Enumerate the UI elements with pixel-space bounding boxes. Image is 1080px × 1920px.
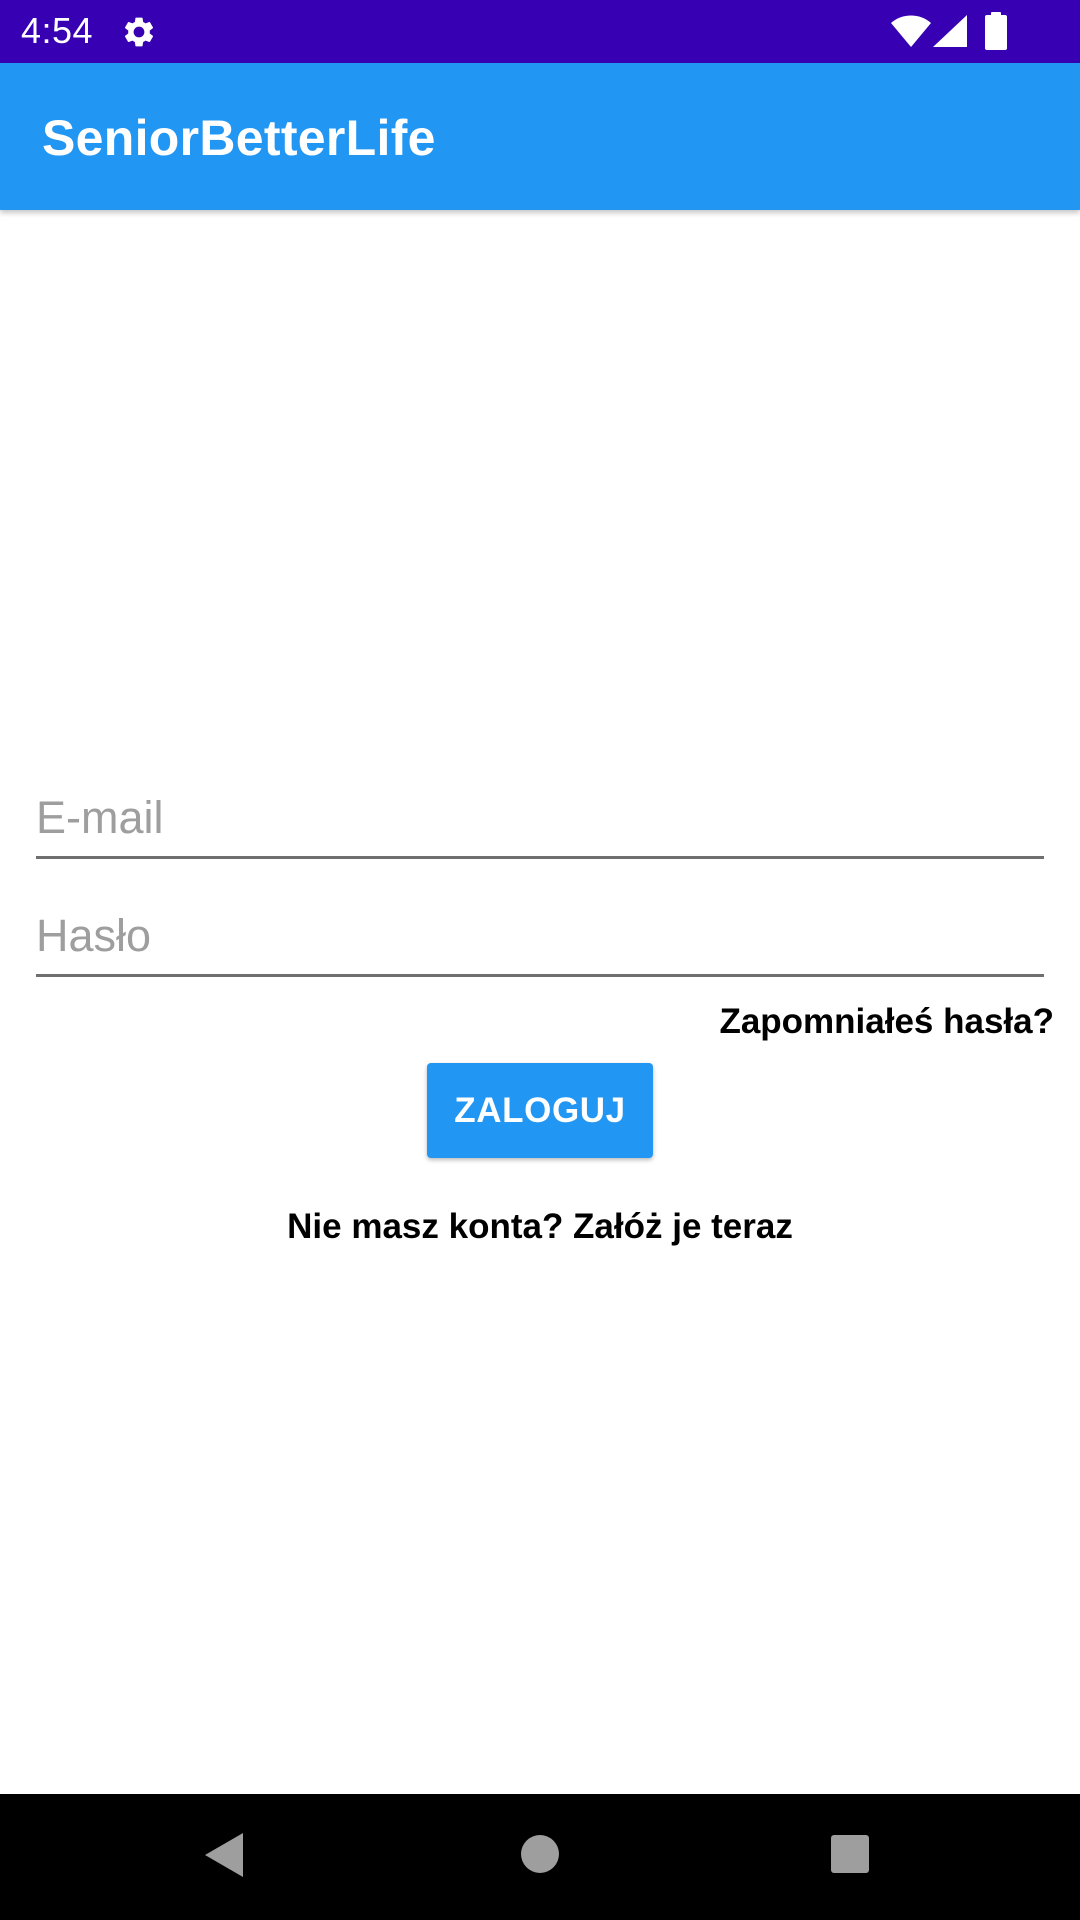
back-triangle-icon[interactable] <box>203 1832 245 1878</box>
navigation-bar <box>0 1794 1080 1920</box>
cell-signal-icon <box>933 15 967 47</box>
status-bar: 4:54 <box>0 0 1080 63</box>
login-button[interactable]: ZALOGUJ <box>427 1063 653 1158</box>
login-screen: 4:54 SeniorBetterLife Zapomniałeś hasła?… <box>0 0 1080 1920</box>
home-circle-icon[interactable] <box>520 1834 560 1874</box>
forgot-password-link[interactable]: Zapomniałeś hasła? <box>719 1000 1054 1044</box>
recents-square-icon[interactable] <box>830 1834 870 1874</box>
app-title: SeniorBetterLife <box>42 110 436 166</box>
password-field[interactable] <box>36 897 1044 977</box>
battery-icon <box>985 12 1007 50</box>
app-bar: SeniorBetterLife <box>0 63 1080 210</box>
email-field[interactable] <box>36 779 1044 859</box>
register-link[interactable]: Nie masz konta? Załóż je teraz <box>0 1205 1080 1249</box>
wifi-icon <box>891 15 931 47</box>
settings-gear-icon <box>124 17 154 47</box>
status-time: 4:54 <box>21 10 94 51</box>
